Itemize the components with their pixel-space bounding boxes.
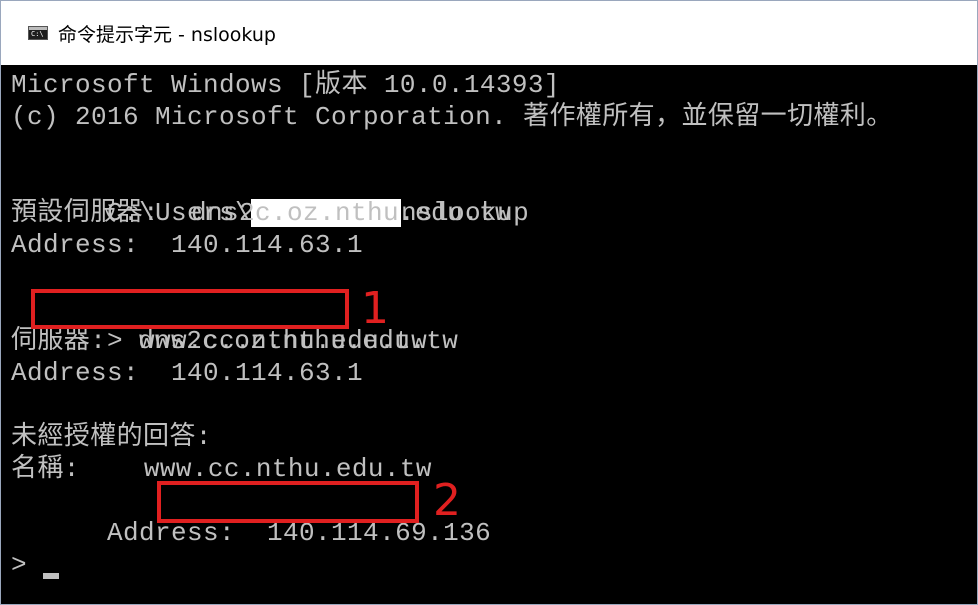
- console-line-server: 伺服器: dns2c.oz.nthu.edu.tw: [11, 326, 459, 356]
- annotation-number-1: 1: [361, 283, 389, 334]
- highlight-box-ip: [157, 481, 419, 523]
- text-cursor: [43, 573, 59, 579]
- console-line-prompt: C:\Users\ nslookup: [11, 165, 529, 228]
- console-line-copyright: (c) 2016 Microsoft Corporation. 著作權所有，並保…: [11, 102, 893, 132]
- highlight-box-query: [31, 289, 349, 329]
- console-line-non-authoritative: 未經授權的回答:: [11, 422, 212, 452]
- command-prompt-icon: C:\: [28, 26, 48, 40]
- console-line-version: Microsoft Windows [版本 10.0.14393]: [11, 70, 560, 100]
- console-line-address-1: Address: 140.114.63.1: [11, 230, 364, 260]
- console-line-default-server: 預設伺服器: dns2c.oz.nthu.edu.tw: [11, 198, 512, 228]
- annotation-number-2: 2: [433, 475, 461, 526]
- console-line-address-2: Address: 140.114.63.1: [11, 358, 364, 388]
- window-title: 命令提示字元 - nslookup: [58, 23, 276, 46]
- title-bar[interactable]: C:\ 命令提示字元 - nslookup: [1, 1, 977, 65]
- console-output[interactable]: Microsoft Windows [版本 10.0.14393] (c) 20…: [1, 65, 977, 604]
- command-prompt-window: C:\ 命令提示字元 - nslookup Microsoft Windows …: [0, 0, 978, 605]
- console-line-final-prompt: >: [11, 550, 44, 580]
